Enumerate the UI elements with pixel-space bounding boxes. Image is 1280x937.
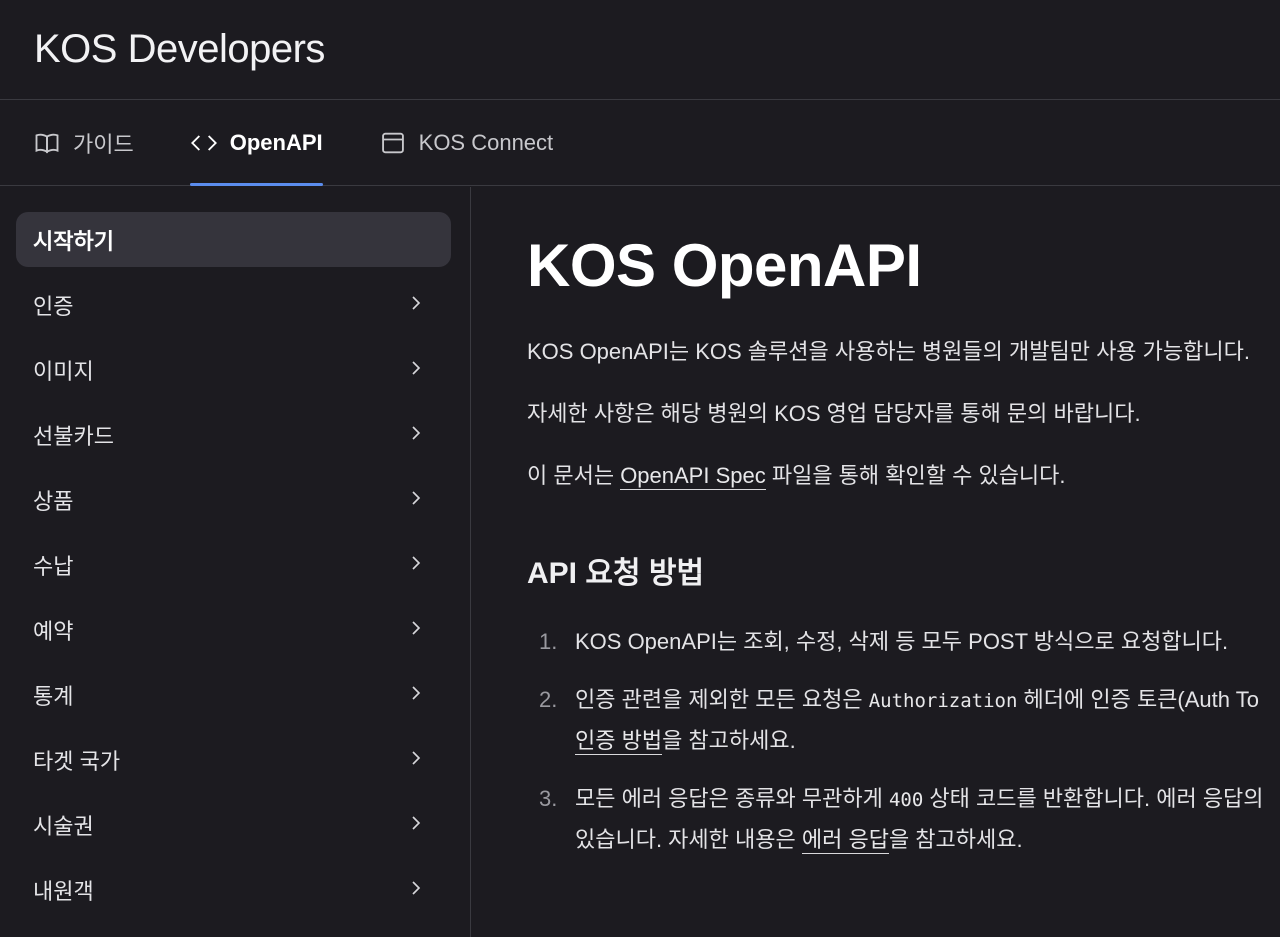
- sidebar-item-treatment-ticket[interactable]: 시술권: [16, 797, 451, 852]
- sidebar-item-reservation[interactable]: 예약: [16, 602, 451, 657]
- sidebar-item-label: 상품: [33, 488, 74, 514]
- sidebar-item-image[interactable]: 이미지: [16, 342, 451, 397]
- sidebar-item-getting-started[interactable]: 시작하기: [16, 212, 451, 267]
- list-text-pre: 모든 에러 응답은 종류와 무관하게: [575, 786, 889, 811]
- intro-paragraph: KOS OpenAPI는 KOS 솔루션을 사용하는 병원들의 개발팀만 사용 …: [527, 339, 1250, 364]
- chevron-right-icon: [407, 617, 425, 643]
- sidebar-item-label: 내원객: [33, 878, 94, 904]
- sidebar-item-label: 시술권: [33, 813, 94, 839]
- list-text-post: 헤더에 인증 토큰(Auth To: [1017, 687, 1259, 712]
- list-text-post: 상태 코드를 반환합니다. 에러 응답의: [923, 786, 1264, 811]
- chevron-right-icon: [407, 292, 425, 318]
- sidebar-item-statistics[interactable]: 통계: [16, 667, 451, 722]
- tab-kos-connect-label: KOS Connect: [418, 130, 554, 155]
- brand-title[interactable]: KOS Developers: [34, 27, 325, 72]
- list-item: 1. KOS OpenAPI는 조회, 수정, 삭제 등 모두 POST 방식으…: [527, 622, 1280, 662]
- sidebar-item-visitor[interactable]: 내원객: [16, 862, 451, 917]
- sidebar-item-label: 선불카드: [33, 423, 114, 449]
- status-code: 400: [888, 789, 924, 811]
- sidebar-item-prepaid-card[interactable]: 선불카드: [16, 407, 451, 462]
- sidebar: 시작하기 인증 이미지 선불카드 상품 수납 예약 통계 타겟 국가 시술권 내…: [0, 187, 471, 937]
- chevron-right-icon: [407, 877, 425, 903]
- section-heading: API 요청 방법: [527, 557, 705, 590]
- sidebar-item-label: 예약: [33, 618, 74, 644]
- list-number: 3.: [539, 786, 558, 811]
- sidebar-item-auth[interactable]: 인증: [16, 277, 451, 332]
- tab-guide[interactable]: 가이드: [33, 101, 134, 185]
- spec-paragraph: 이 문서는 OpenAPI Spec 파일을 통해 확인할 수 있습니다.: [527, 459, 1280, 493]
- list-number: 2.: [539, 687, 558, 712]
- tab-openapi[interactable]: OpenAPI: [189, 101, 323, 186]
- sidebar-item-label: 타겟 국가: [33, 748, 121, 774]
- spec-text-pre: 이 문서는: [527, 463, 621, 488]
- list-text: KOS OpenAPI는 조회, 수정, 삭제 등 모두 POST 방식으로 요…: [575, 629, 1229, 654]
- tab-guide-label: 가이드: [73, 132, 134, 157]
- sidebar-item-label: 수납: [33, 553, 74, 579]
- chevron-right-icon: [407, 682, 425, 708]
- list-text-line2-post: 을 참고하세요.: [662, 728, 796, 753]
- contact-paragraph: 자세한 사항은 해당 병원의 KOS 영업 담당자를 통해 문의 바랍니다.: [527, 401, 1141, 426]
- tab-openapi-label: OpenAPI: [229, 130, 323, 155]
- openapi-spec-link[interactable]: OpenAPI Spec: [620, 463, 766, 490]
- list-number: 1.: [539, 629, 558, 654]
- code-icon: [190, 129, 218, 157]
- chevron-right-icon: [407, 422, 425, 448]
- sidebar-item-label: 인증: [33, 293, 74, 319]
- list-text-line2-pre: 있습니다. 자세한 내용은: [575, 827, 802, 852]
- authorization-code: Authorization: [868, 690, 1018, 712]
- window-icon: [379, 129, 407, 157]
- sidebar-item-product[interactable]: 상품: [16, 472, 451, 527]
- chevron-right-icon: [407, 552, 425, 578]
- tab-kos-connect[interactable]: KOS Connect: [379, 101, 554, 185]
- list-body: 인증 관련을 제외한 모든 요청은 Authorization 헤더에 인증 토…: [575, 680, 1259, 761]
- list-text-pre: 인증 관련을 제외한 모든 요청은: [575, 687, 869, 712]
- chevron-right-icon: [407, 747, 425, 773]
- list-body: 모든 에러 응답은 종류와 무관하게 400 상태 코드를 반환합니다. 에러 …: [575, 779, 1264, 860]
- top-bar: KOS Developers: [0, 0, 1280, 100]
- sidebar-item-label: 이미지: [33, 358, 94, 384]
- chevron-right-icon: [407, 357, 425, 383]
- sidebar-item-payment[interactable]: 수납: [16, 537, 451, 592]
- auth-method-link[interactable]: 인증 방법: [575, 728, 663, 755]
- main-content: KOS OpenAPI KOS OpenAPI는 KOS 솔루션을 사용하는 병…: [472, 187, 1280, 937]
- sidebar-item-label: 시작하기: [33, 228, 114, 254]
- spec-text-post: 파일을 통해 확인할 수 있습니다.: [765, 463, 1066, 488]
- book-icon: [33, 129, 61, 157]
- page-title: KOS OpenAPI: [527, 232, 922, 299]
- error-response-link[interactable]: 에러 응답: [801, 827, 889, 854]
- list-item: 3. 모든 에러 응답은 종류와 무관하게 400 상태 코드를 반환합니다. …: [527, 779, 1280, 860]
- top-tabs: 가이드 OpenAPI KOS Connect: [0, 101, 1280, 186]
- chevron-right-icon: [407, 812, 425, 838]
- list-text-line2-post: 을 참고하세요.: [888, 827, 1023, 852]
- sidebar-item-target-country[interactable]: 타겟 국가: [16, 732, 451, 787]
- chevron-right-icon: [407, 487, 425, 513]
- list-item: 2. 인증 관련을 제외한 모든 요청은 Authorization 헤더에 인…: [527, 680, 1280, 761]
- sidebar-item-label: 통계: [33, 683, 74, 709]
- request-steps-list: 1. KOS OpenAPI는 조회, 수정, 삭제 등 모두 POST 방식으…: [527, 622, 1280, 860]
